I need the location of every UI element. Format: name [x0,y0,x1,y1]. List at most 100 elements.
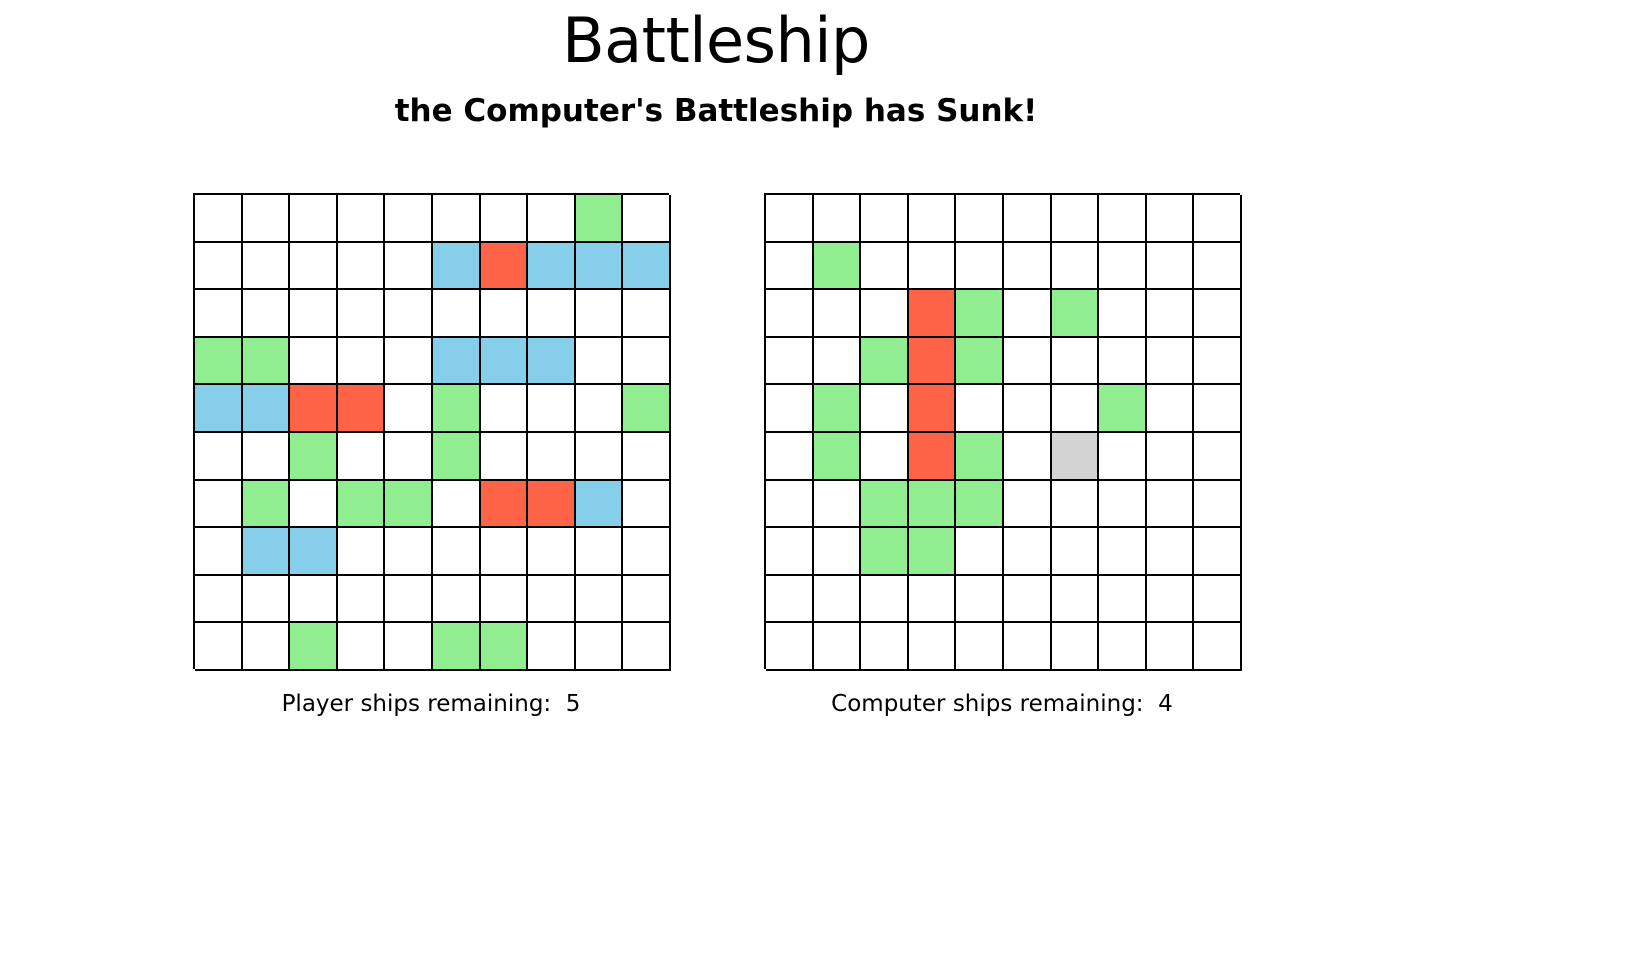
computer-cell-4-6[interactable] [1051,385,1100,433]
computer-cell-1-2[interactable] [861,242,909,291]
computer-cell-2-9[interactable] [1194,290,1242,338]
computer-cell-5-5[interactable] [1003,432,1052,481]
computer-cell-8-1[interactable] [813,575,862,624]
computer-cell-8-5[interactable] [1003,575,1052,624]
computer-cell-1-9[interactable] [1194,242,1242,291]
computer-cell-8-2[interactable] [861,575,909,624]
computer-cell-9-0[interactable] [766,623,814,671]
computer-cell-0-0[interactable] [766,195,814,243]
computer-cell-3-7[interactable] [1099,337,1147,386]
computer-cell-3-0[interactable] [766,337,814,386]
computer-cell-4-7[interactable] [1099,385,1147,433]
computer-cell-4-5[interactable] [1003,385,1052,433]
computer-cell-9-8[interactable] [1146,623,1195,671]
computer-cell-5-4[interactable] [956,432,1004,481]
computer-cell-9-9[interactable] [1194,623,1242,671]
computer-cell-9-5[interactable] [1003,623,1052,671]
computer-cell-1-6[interactable] [1051,242,1100,291]
computer-cell-0-3[interactable] [908,195,957,243]
computer-cell-8-9[interactable] [1194,575,1242,624]
computer-cell-6-7[interactable] [1099,480,1147,529]
computer-cell-4-9[interactable] [1194,385,1242,433]
computer-cell-3-6[interactable] [1051,337,1100,386]
computer-cell-8-4[interactable] [956,575,1004,624]
computer-cell-7-5[interactable] [1003,528,1052,576]
computer-cell-5-6[interactable] [1051,432,1100,481]
computer-cell-2-5[interactable] [1003,290,1052,338]
computer-cell-7-0[interactable] [766,528,814,576]
computer-cell-8-8[interactable] [1146,575,1195,624]
computer-cell-7-7[interactable] [1099,528,1147,576]
computer-cell-7-3[interactable] [908,528,957,576]
computer-cell-0-8[interactable] [1146,195,1195,243]
computer-cell-1-8[interactable] [1146,242,1195,291]
computer-cell-7-4[interactable] [956,528,1004,576]
computer-cell-9-7[interactable] [1099,623,1147,671]
computer-cell-6-9[interactable] [1194,480,1242,529]
computer-cell-2-0[interactable] [766,290,814,338]
computer-cell-3-9[interactable] [1194,337,1242,386]
computer-cell-8-6[interactable] [1051,575,1100,624]
computer-cell-2-8[interactable] [1146,290,1195,338]
computer-cell-9-6[interactable] [1051,623,1100,671]
computer-cell-0-9[interactable] [1194,195,1242,243]
computer-cell-3-1[interactable] [813,337,862,386]
computer-cell-1-1[interactable] [813,242,862,291]
computer-cell-5-8[interactable] [1146,432,1195,481]
computer-cell-8-0[interactable] [766,575,814,624]
computer-cell-6-4[interactable] [956,480,1004,529]
computer-cell-0-1[interactable] [813,195,862,243]
computer-cell-3-5[interactable] [1003,337,1052,386]
computer-cell-4-0[interactable] [766,385,814,433]
computer-cell-2-3[interactable] [908,290,957,338]
computer-cell-3-3[interactable] [908,337,957,386]
computer-cell-5-2[interactable] [861,432,909,481]
computer-cell-5-3[interactable] [908,432,957,481]
computer-cell-2-1[interactable] [813,290,862,338]
computer-cell-7-2[interactable] [861,528,909,576]
computer-cell-9-2[interactable] [861,623,909,671]
computer-cell-0-6[interactable] [1051,195,1100,243]
computer-cell-7-6[interactable] [1051,528,1100,576]
computer-cell-4-3[interactable] [908,385,957,433]
computer-cell-3-4[interactable] [956,337,1004,386]
computer-cell-0-5[interactable] [1003,195,1052,243]
computer-cell-7-9[interactable] [1194,528,1242,576]
computer-cell-6-8[interactable] [1146,480,1195,529]
computer-cell-1-3[interactable] [908,242,957,291]
computer-cell-2-4[interactable] [956,290,1004,338]
computer-cell-6-2[interactable] [861,480,909,529]
computer-cell-9-4[interactable] [956,623,1004,671]
computer-cell-4-8[interactable] [1146,385,1195,433]
computer-cell-3-2[interactable] [861,337,909,386]
computer-cell-5-1[interactable] [813,432,862,481]
computer-cell-5-9[interactable] [1194,432,1242,481]
computer-cell-5-7[interactable] [1099,432,1147,481]
computer-cell-6-6[interactable] [1051,480,1100,529]
computer-cell-6-3[interactable] [908,480,957,529]
computer-cell-1-7[interactable] [1099,242,1147,291]
computer-cell-1-0[interactable] [766,242,814,291]
computer-cell-4-2[interactable] [861,385,909,433]
computer-cell-5-0[interactable] [766,432,814,481]
computer-cell-1-5[interactable] [1003,242,1052,291]
computer-cell-0-7[interactable] [1099,195,1147,243]
computer-cell-7-1[interactable] [813,528,862,576]
computer-cell-6-0[interactable] [766,480,814,529]
computer-cell-8-7[interactable] [1099,575,1147,624]
computer-cell-6-1[interactable] [813,480,862,529]
computer-cell-2-7[interactable] [1099,290,1147,338]
computer-cell-2-6[interactable] [1051,290,1100,338]
computer-cell-7-8[interactable] [1146,528,1195,576]
computer-cell-0-2[interactable] [861,195,909,243]
computer-cell-1-4[interactable] [956,242,1004,291]
computer-cell-6-5[interactable] [1003,480,1052,529]
computer-cell-2-2[interactable] [861,290,909,338]
computer-cell-4-1[interactable] [813,385,862,433]
computer-cell-9-1[interactable] [813,623,862,671]
computer-cell-9-3[interactable] [908,623,957,671]
computer-cell-0-4[interactable] [956,195,1004,243]
computer-cell-4-4[interactable] [956,385,1004,433]
computer-cell-8-3[interactable] [908,575,957,624]
computer-cell-3-8[interactable] [1146,337,1195,386]
